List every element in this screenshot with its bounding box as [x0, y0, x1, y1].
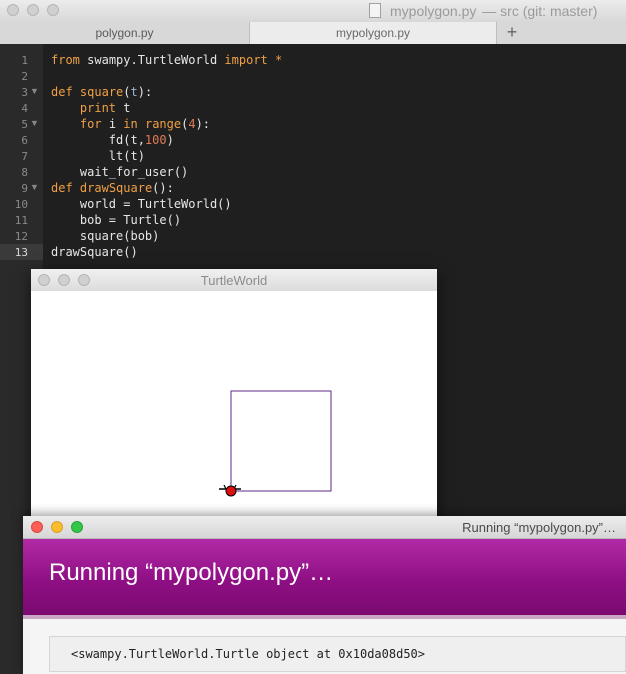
- line-number: 3: [21, 86, 28, 99]
- turtleworld-window: TurtleWorld: [31, 269, 437, 529]
- fold-arrow-icon[interactable]: ▼: [30, 118, 39, 128]
- identifier: t: [123, 101, 131, 115]
- statement: bob = Turtle(): [79, 213, 182, 227]
- number: 4: [188, 117, 196, 131]
- tab-polygon[interactable]: polygon.py: [0, 22, 249, 44]
- running-banner: Running “mypolygon.py”…: [23, 539, 626, 615]
- statement: world = TurtleWorld(): [79, 197, 232, 211]
- keyword: def: [51, 85, 73, 99]
- output-text: <swampy.TurtleWorld.Turtle object at 0x1…: [71, 647, 426, 661]
- punct: ): [166, 133, 174, 147]
- keyword: def: [51, 181, 73, 195]
- code-line: 12 square(bob): [0, 229, 626, 245]
- line-number: 8: [21, 166, 28, 179]
- turtle-drawing: [219, 390, 332, 497]
- line-number: 2: [21, 70, 28, 83]
- running-window: Running “mypolygon.py”… Running “mypolyg…: [23, 516, 626, 674]
- operator: *: [275, 53, 283, 67]
- turtleworld-titlebar: TurtleWorld: [31, 269, 437, 292]
- window-title-rest: — src (git: master): [482, 3, 598, 19]
- window-title: mypolygon.py — src (git: master): [370, 3, 597, 19]
- line-number: 11: [14, 214, 28, 227]
- keyword: in: [123, 117, 138, 131]
- keyword: from: [51, 53, 80, 67]
- line-number: 5: [21, 118, 28, 131]
- turtle-canvas[interactable]: [31, 291, 437, 529]
- keyword: print: [79, 101, 117, 115]
- line-number: 13: [14, 246, 28, 259]
- call: wait_for_user(): [79, 165, 189, 179]
- close-button[interactable]: [7, 4, 19, 16]
- code-line: 3 ▼ def square(t):: [0, 85, 626, 101]
- punct: ():: [152, 181, 174, 195]
- keyword: for: [79, 117, 102, 131]
- punct: ):: [137, 85, 153, 99]
- code-line: 4 print t: [0, 101, 626, 117]
- minimize-button[interactable]: [51, 521, 63, 533]
- tab-mypolygon[interactable]: mypolygon.py: [249, 22, 497, 44]
- code-line: 7 lt(t): [0, 149, 626, 165]
- running-window-title: Running “mypolygon.py”…: [462, 520, 616, 535]
- identifier: i: [108, 117, 117, 131]
- call: fd(t,: [108, 133, 145, 147]
- drawn-square: [230, 390, 332, 492]
- code-line: 6 fd(t,100): [0, 133, 626, 149]
- builtin: range: [144, 117, 182, 131]
- fold-arrow-icon[interactable]: ▼: [30, 182, 39, 192]
- line-number: 10: [14, 198, 28, 211]
- keyword: import: [224, 53, 268, 67]
- code-line: 9 ▼ def drawSquare():: [0, 181, 626, 197]
- code-line: 1 from swampy.TurtleWorld import *: [0, 53, 626, 69]
- call: lt(t): [108, 149, 145, 163]
- turtleworld-title: TurtleWorld: [200, 273, 268, 288]
- code-line: 13 drawSquare(): [0, 245, 626, 261]
- zoom-button[interactable]: [47, 4, 59, 16]
- window-title-file: mypolygon.py: [390, 3, 477, 19]
- number: 100: [144, 133, 167, 147]
- new-tab-button[interactable]: +: [496, 22, 527, 44]
- line-number: 9: [21, 182, 28, 195]
- punct: (: [123, 85, 131, 99]
- function-name: square: [79, 85, 124, 99]
- running-banner-text: Running “mypolygon.py”…: [49, 559, 334, 586]
- zoom-button[interactable]: [71, 521, 83, 533]
- line-number: 6: [21, 134, 28, 147]
- code-line: 5 ▼ for i in range(4):: [0, 117, 626, 133]
- code-line: 10 world = TurtleWorld(): [0, 197, 626, 213]
- output-panel: <swampy.TurtleWorld.Turtle object at 0x1…: [49, 636, 626, 672]
- line-number: 1: [21, 54, 28, 67]
- code-line: 8 wait_for_user(): [0, 165, 626, 181]
- minimize-button[interactable]: [27, 4, 39, 16]
- statement: drawSquare(): [51, 245, 138, 259]
- running-titlebar: Running “mypolygon.py”…: [23, 516, 626, 539]
- fold-arrow-icon[interactable]: ▼: [30, 86, 39, 96]
- line-number: 4: [21, 102, 28, 115]
- punct: ):: [195, 117, 211, 131]
- param: t: [130, 85, 138, 99]
- statement: square(bob): [79, 229, 160, 243]
- function-name: drawSquare: [79, 181, 153, 195]
- close-button[interactable]: [31, 521, 43, 533]
- code-line: 11 bob = Turtle(): [0, 213, 626, 229]
- module-name: swampy.TurtleWorld: [87, 53, 218, 67]
- banner-divider: [23, 615, 626, 619]
- editor-titlebar: mypolygon.py — src (git: master): [0, 0, 626, 23]
- tab-bar: polygon.py mypolygon.py +: [0, 22, 626, 45]
- line-number: 12: [14, 230, 28, 243]
- code-line: 2: [0, 69, 626, 85]
- line-number: 7: [21, 150, 28, 163]
